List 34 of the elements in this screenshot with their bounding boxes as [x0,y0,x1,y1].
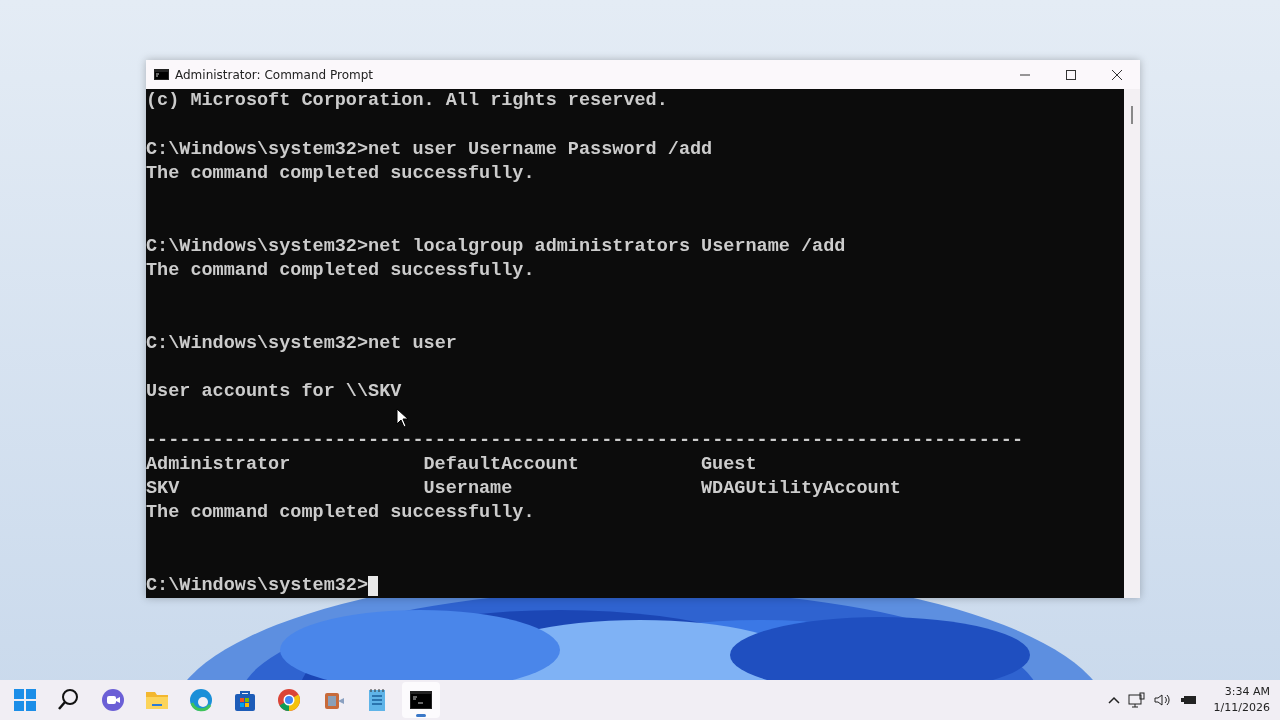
window-title: Administrator: Command Prompt [175,67,374,82]
clock-date: 1/11/2026 [1213,700,1270,716]
battery-icon[interactable] [1179,694,1198,706]
maximize-icon [1066,69,1076,80]
console-line: C:\Windows\system32>net user Username Password /add [146,137,713,162]
console-line: User accounts for \\SKV [146,380,402,404]
mouse-pointer-icon [396,408,408,428]
console-line: (c) Microsoft Corporation. All rights reserved. [146,89,668,113]
user-name: WDAGUtilityAccount [701,477,902,501]
browser-icon [188,687,214,713]
speaker-icon[interactable] [1153,693,1172,707]
prompt-text: C:\Windows\system32> [146,574,369,598]
terminal-button[interactable] [402,682,440,718]
user-name: Administrator [146,452,292,477]
user-name: Username [423,477,514,501]
scrollbar[interactable] [1124,89,1140,598]
console-line: ------------------------------------------------------------------------------- [146,428,1024,453]
console-line: The command completed successfully. [146,161,535,186]
video-chat-icon [100,687,126,713]
start-icon [12,687,38,713]
user-name: SKV [146,477,181,501]
console-line: The command completed successfully. [146,258,535,283]
chrome-browser-icon [276,687,302,713]
user-name: Guest [701,452,758,477]
close-icon [1112,69,1122,80]
text-cursor [368,576,379,597]
user-name: DefaultAccount [423,452,580,477]
chevron-up-icon[interactable] [1107,696,1120,704]
network-icon[interactable] [1127,692,1146,708]
console-line: C:\Windows\system32>net user [146,331,457,356]
console-line: The command completed successfully. [146,501,535,526]
console-icon [154,69,169,80]
console-line: C:\Windows\system32>net localgroup administrators Username /add [146,234,846,259]
clock-time: 3:34 AM [1224,684,1270,700]
